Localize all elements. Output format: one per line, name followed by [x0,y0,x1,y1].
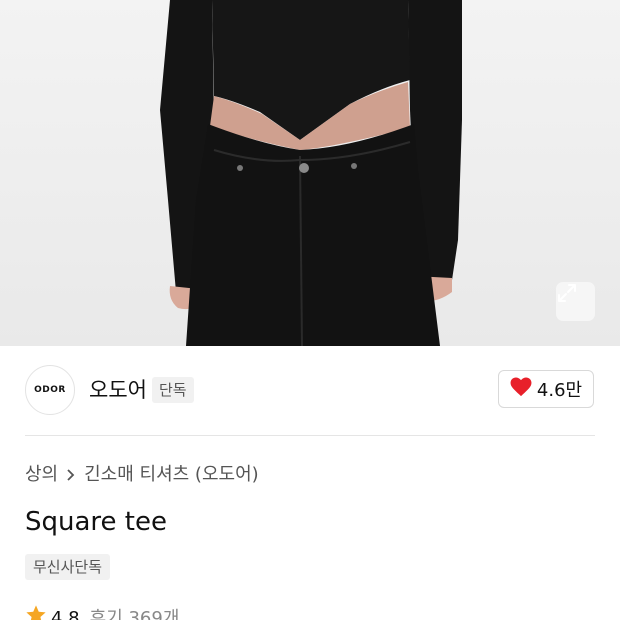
brand-exclusive-badge: 단독 [152,377,194,403]
expand-image-button[interactable] [556,282,595,321]
divider [25,435,595,436]
brand-row: ODOR 오도어 단독 4.6만 [0,346,620,436]
product-image[interactable] [0,0,620,346]
breadcrumb-item-category[interactable]: 상의 [25,462,58,488]
rating-row[interactable]: 4.8 후기 369개 [25,604,179,620]
breadcrumb: 상의 긴소매 티셔츠 (오도어) [25,462,259,488]
like-count: 4.6만 [536,380,583,401]
like-button[interactable]: 4.6만 [498,370,594,408]
heart-icon [510,377,532,401]
product-photo [0,0,620,346]
rating-score: 4.8 [51,607,80,620]
chevron-right-icon [66,468,76,482]
brand-logo[interactable]: ODOR [25,365,75,415]
brand-name[interactable]: 오도어 [89,376,147,404]
review-count-link[interactable]: 후기 369개 [90,607,180,620]
star-icon [25,604,47,620]
breadcrumb-item-subcategory[interactable]: 긴소매 티셔츠 (오도어) [84,462,259,488]
exclusive-tag: 무신사단독 [25,554,111,580]
product-title: Square tee [25,507,167,537]
